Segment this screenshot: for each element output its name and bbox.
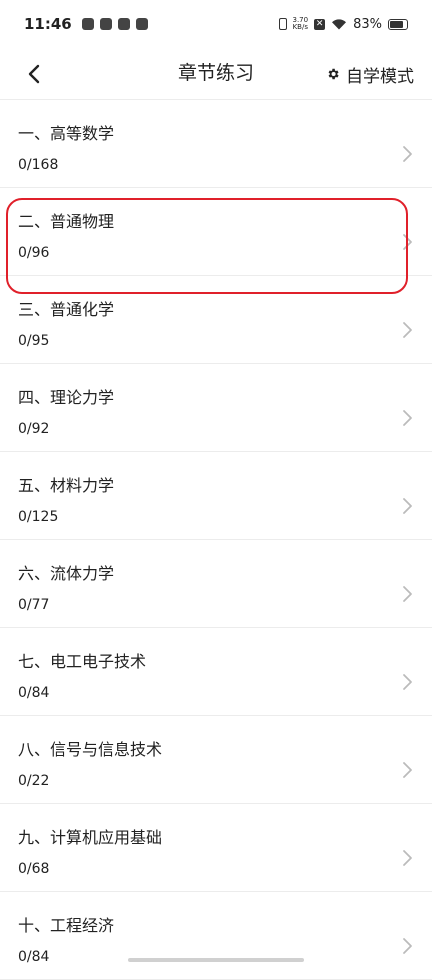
chapter-progress: 0/168 [18,157,59,173]
self-study-mode-label: 自学模式 [346,66,414,87]
status-left: 11:46 [24,15,148,33]
chapter-item[interactable]: 六、流体力学 0/77 [0,540,432,628]
chapter-progress: 0/84 [18,949,50,965]
battery-percent: 83% [353,16,382,32]
chapter-list: 一、高等数学 0/168 二、普通物理 0/96 三、普通化学 0/95 四、理… [0,100,432,980]
status-time: 11:46 [24,15,72,33]
x-icon: ✕ [314,18,326,30]
chapter-progress: 0/125 [18,509,59,525]
chapter-title: 二、普通物理 [18,212,115,231]
chapter-progress: 0/92 [18,421,50,437]
chevron-right-icon [403,850,412,866]
chevron-right-icon [403,234,412,250]
chapter-title: 十、工程经济 [18,916,115,935]
chevron-right-icon [403,674,412,690]
chapter-item[interactable]: 二、普通物理 0/96 [0,188,432,276]
app-bar: 章节练习 自学模式 [0,48,432,100]
gear-icon [328,68,339,80]
chapter-item[interactable]: 八、信号与信息技术 0/22 [0,716,432,804]
chapter-progress: 0/22 [18,773,50,789]
self-study-mode-button[interactable]: 自学模式 [326,58,414,90]
network-speed: 3.70 KB/s [293,17,309,31]
vibrate-icon [278,18,287,30]
chapter-item[interactable]: 一、高等数学 0/168 [0,100,432,188]
notification-icon [135,18,148,30]
chapter-item[interactable]: 三、普通化学 0/95 [0,276,432,364]
wifi-icon [332,19,347,30]
chapter-title: 四、理论力学 [18,388,115,407]
chapter-title: 七、电工电子技术 [18,652,147,671]
chapter-item[interactable]: 九、计算机应用基础 0/68 [0,804,432,892]
chapter-title: 八、信号与信息技术 [18,740,163,759]
notification-icon [117,18,130,30]
chevron-right-icon [403,146,412,162]
chapter-title: 三、普通化学 [18,300,115,319]
chapter-progress: 0/68 [18,861,50,877]
notification-icon [81,18,94,30]
chapter-progress: 0/95 [18,333,50,349]
chevron-right-icon [403,586,412,602]
chevron-right-icon [403,410,412,426]
chapter-title: 九、计算机应用基础 [18,828,163,847]
chapter-title: 五、材料力学 [18,476,115,495]
status-right: 3.70 KB/s ✕ 83% [278,16,408,32]
chevron-right-icon [403,762,412,778]
battery-icon [388,18,408,30]
chapter-item[interactable]: 十、工程经济 0/84 [0,892,432,980]
chapter-item[interactable]: 五、材料力学 0/125 [0,452,432,540]
chevron-right-icon [403,322,412,338]
chevron-right-icon [403,498,412,514]
chapter-progress: 0/96 [18,245,50,261]
battery-fill [390,20,403,28]
network-speed-unit: KB/s [292,23,308,31]
home-indicator[interactable] [128,958,304,962]
chapter-item[interactable]: 四、理论力学 0/92 [0,364,432,452]
chapter-item[interactable]: 七、电工电子技术 0/84 [0,628,432,716]
chapter-progress: 0/84 [18,685,50,701]
chapter-title: 六、流体力学 [18,564,115,583]
chapter-title: 一、高等数学 [18,124,115,143]
chevron-right-icon [403,938,412,954]
notification-icon [99,18,112,30]
chapter-progress: 0/77 [18,597,50,613]
status-bar: 11:46 3.70 KB/s ✕ 83% [0,0,432,48]
